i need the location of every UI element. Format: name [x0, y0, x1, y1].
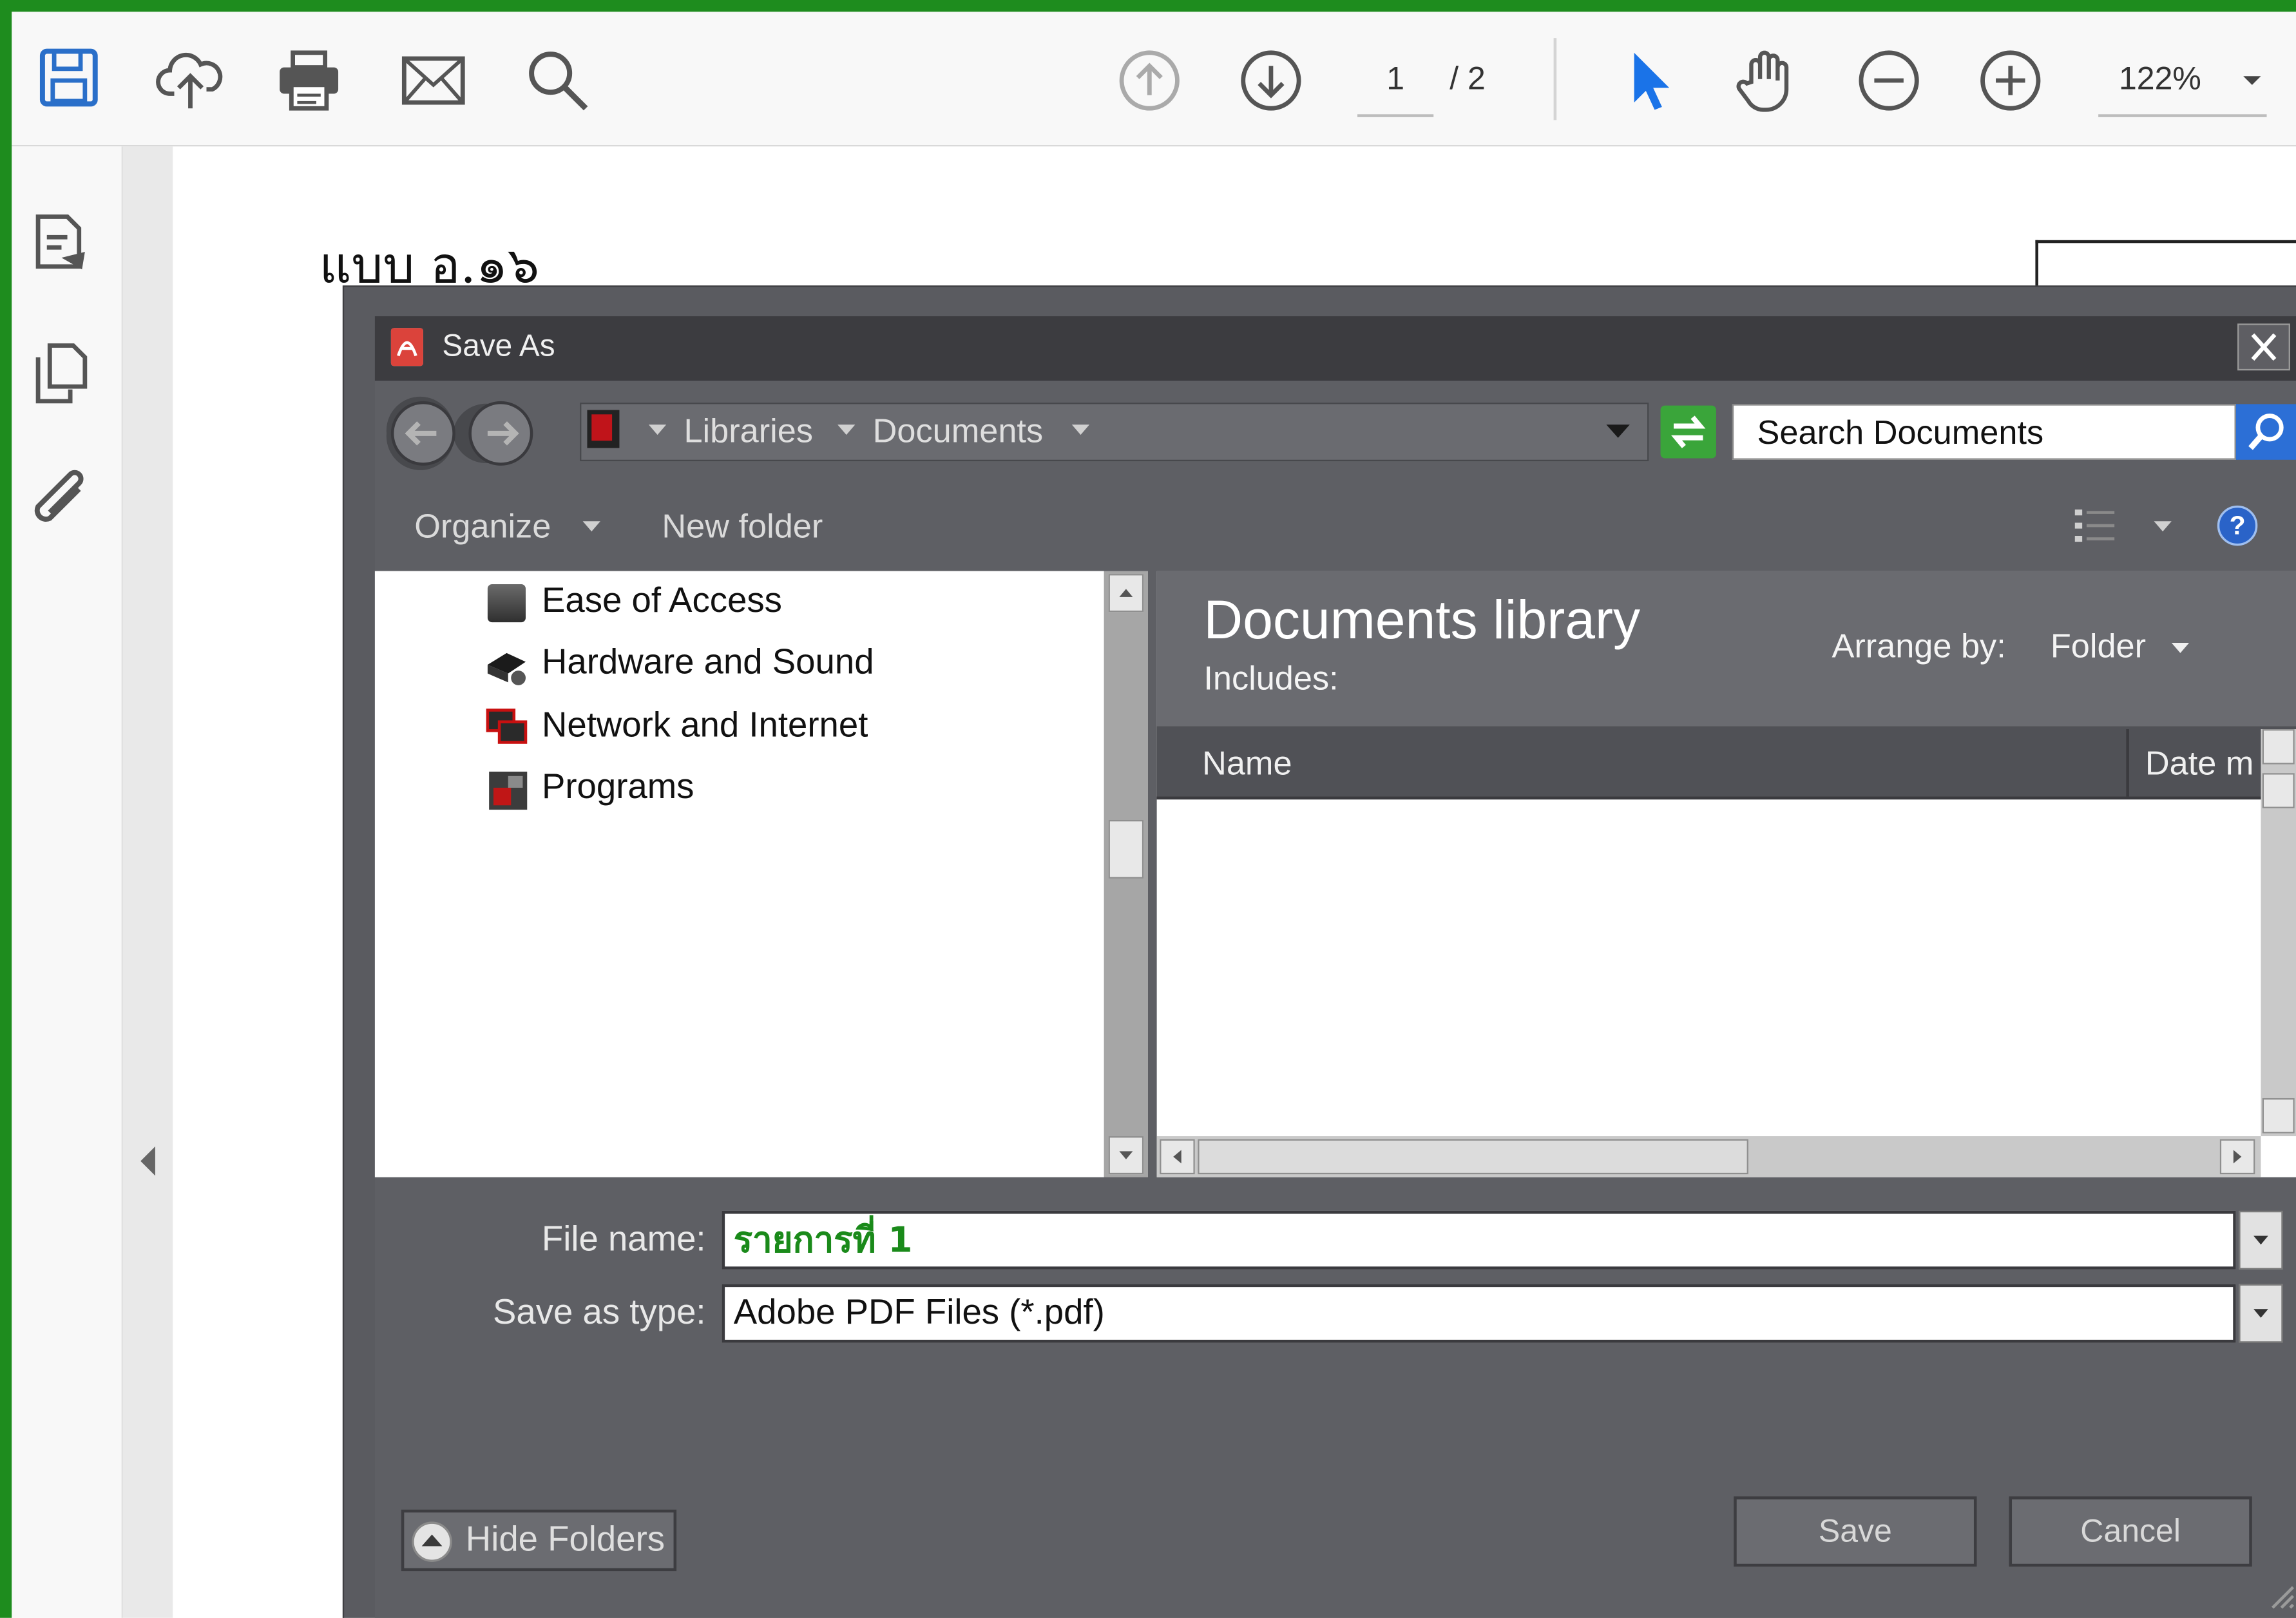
document-edit-icon[interactable] — [26, 208, 94, 276]
library-includes[interactable]: Includes: — [1203, 659, 1338, 698]
screen: 1 / 2 122% แบบ อ.๑๖ Save As Libraries Do… — [0, 0, 2296, 1618]
tools-sidebar — [12, 146, 123, 1618]
new-folder-button[interactable]: New folder — [662, 507, 823, 546]
arrange-by-label: Arrange by: — [1832, 626, 2006, 665]
zoom-level-select[interactable]: 122% — [2098, 53, 2267, 117]
search-input[interactable]: Search Documents — [1732, 404, 2236, 460]
column-header-name[interactable]: Name — [1202, 744, 1292, 783]
arrow-up-icon — [1119, 589, 1133, 597]
help-icon[interactable]: ? — [2215, 504, 2259, 547]
view-list-icon[interactable] — [2074, 507, 2118, 545]
acrobat-toolbar: 1 / 2 122% — [12, 12, 2296, 147]
breadcrumb-libraries[interactable]: Libraries — [684, 404, 813, 457]
chevron-down-icon — [648, 424, 667, 435]
tree-item-ease-of-access[interactable]: Ease of Access — [542, 581, 782, 622]
scroll-thumb[interactable] — [1198, 1139, 1748, 1175]
tree-item-network-and-internet[interactable]: Network and Internet — [542, 706, 868, 747]
search-icon — [2248, 414, 2284, 450]
cancel-button[interactable]: Cancel — [2009, 1496, 2252, 1567]
chevron-down-icon — [1071, 424, 1090, 435]
upload-cloud-icon[interactable] — [154, 44, 227, 117]
pages-icon[interactable] — [29, 339, 93, 407]
search-button[interactable] — [2235, 404, 2296, 460]
scroll-up-button[interactable] — [2262, 729, 2295, 765]
tree-item-hardware-and-sound[interactable]: Hardware and Sound — [542, 643, 874, 684]
arrow-left-icon — [1173, 1150, 1181, 1164]
next-page-icon[interactable] — [1234, 44, 1308, 117]
scroll-down-button[interactable] — [2262, 1098, 2295, 1134]
acrobat-icon — [390, 328, 423, 366]
scroll-left-button[interactable] — [1160, 1139, 1195, 1175]
page-total: / 2 — [1449, 60, 1486, 97]
close-button[interactable] — [2237, 323, 2290, 371]
network-icon — [486, 709, 528, 744]
tree-scrollbar[interactable] — [1104, 571, 1148, 1177]
file-name-label: File name: — [541, 1219, 706, 1259]
hide-folders-label: Hide Folders — [465, 1519, 665, 1559]
file-name-dropdown[interactable] — [2239, 1210, 2283, 1270]
arrow-right-icon — [2233, 1150, 2242, 1164]
column-header-row — [1156, 726, 2296, 800]
column-header-date[interactable]: Date m — [2145, 744, 2254, 783]
tree-item-programs[interactable]: Programs — [542, 767, 694, 808]
print-icon[interactable] — [273, 44, 346, 117]
back-button[interactable] — [381, 394, 460, 473]
chevron-down-icon[interactable] — [2152, 520, 2173, 533]
file-name-input[interactable]: รายการที่ 1 — [722, 1210, 2236, 1270]
chevron-down-icon — [837, 424, 856, 435]
toolbar-divider — [1553, 38, 1557, 120]
select-cursor-icon[interactable] — [1612, 44, 1686, 117]
page-number-input[interactable]: 1 — [1357, 53, 1434, 117]
scroll-thumb[interactable] — [2262, 773, 2295, 808]
save-button[interactable]: Save — [1734, 1496, 1977, 1567]
chevron-down-icon — [2253, 1235, 2268, 1245]
arrow-down-icon — [1119, 1151, 1133, 1159]
chevron-down-icon — [2253, 1309, 2268, 1318]
chevron-down-icon — [2171, 643, 2189, 654]
navigation-pane-toggle[interactable] — [122, 146, 173, 1618]
hardware-sound-icon — [487, 652, 526, 685]
collapse-arrow-icon — [140, 1146, 155, 1176]
library-title: Documents library — [1203, 590, 1641, 651]
list-vertical-scrollbar[interactable] — [2261, 729, 2296, 1137]
close-icon — [2251, 333, 2277, 361]
arrange-by-value: Folder — [2050, 626, 2147, 665]
scroll-right-button[interactable] — [2219, 1139, 2255, 1175]
scroll-up-button[interactable] — [1108, 574, 1144, 613]
zoom-in-icon[interactable] — [1974, 44, 2047, 117]
resize-grip-icon[interactable] — [2264, 1579, 2296, 1611]
chevron-down-icon — [582, 521, 600, 532]
forward-button[interactable] — [463, 394, 542, 473]
email-icon[interactable] — [397, 44, 470, 117]
library-icon — [587, 410, 620, 448]
save-as-type-label: Save as type: — [493, 1293, 706, 1333]
zoom-out-icon[interactable] — [1852, 44, 1926, 117]
column-divider[interactable] — [2126, 729, 2129, 797]
list-horizontal-scrollbar[interactable] — [1156, 1136, 2261, 1177]
zoom-level-value: 122% — [2118, 60, 2201, 97]
refresh-icon[interactable] — [1659, 404, 1717, 459]
scroll-thumb[interactable] — [1108, 819, 1144, 879]
save-icon[interactable] — [32, 41, 106, 115]
scroll-down-button[interactable] — [1108, 1136, 1144, 1175]
search-icon[interactable] — [521, 44, 595, 117]
attachment-icon[interactable] — [29, 468, 93, 536]
chevron-up-icon — [412, 1521, 452, 1562]
dialog-title: Save As — [442, 329, 555, 363]
save-as-type-dropdown[interactable] — [2239, 1284, 2283, 1343]
hide-folders-button[interactable]: Hide Folders — [401, 1509, 677, 1572]
hand-tool-icon[interactable] — [1731, 44, 1804, 117]
svg-text:?: ? — [2230, 511, 2246, 540]
arrange-by[interactable]: Arrange by: Folder — [1832, 627, 2190, 666]
programs-icon — [489, 771, 528, 810]
save-as-type-select[interactable]: Adobe PDF Files (*.pdf) — [722, 1284, 2236, 1343]
dialog-titlebar — [374, 316, 2296, 381]
previous-page-icon[interactable] — [1113, 44, 1186, 117]
ease-of-access-icon — [487, 584, 526, 623]
breadcrumb-documents[interactable]: Documents — [873, 404, 1043, 457]
chevron-down-icon — [2243, 76, 2261, 85]
organize-menu[interactable]: Organize — [414, 507, 551, 546]
address-history-dropdown-icon[interactable] — [1605, 423, 1631, 439]
